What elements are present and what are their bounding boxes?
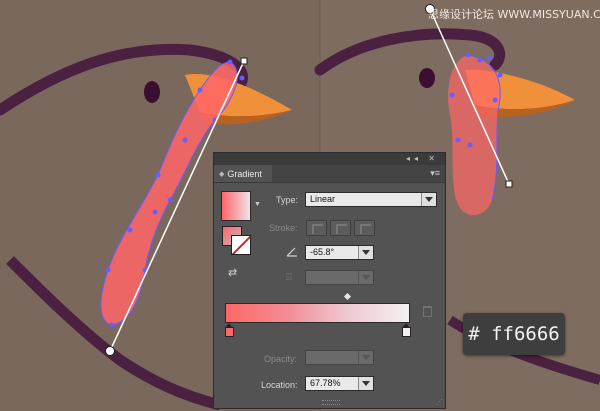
gradient-swatch-preview[interactable] <box>221 191 251 221</box>
angle-input[interactable]: -65.8° <box>305 245 374 260</box>
location-input[interactable]: 67.78% <box>305 376 374 391</box>
type-select[interactable]: Linear <box>305 192 437 207</box>
location-value: 67.78% <box>310 378 341 388</box>
chevron-down-icon[interactable] <box>421 193 436 206</box>
gradient-swatch-dropdown-icon[interactable]: ▼ <box>254 201 261 208</box>
panel-window-buttons[interactable]: ◂◂ ✕ <box>406 154 439 163</box>
tab-gradient-label: Gradient <box>227 168 262 179</box>
gradient-panel: ◂◂ ✕ ◆ Gradient ▾≡ ▼ ⇄ Type: Linear Stro… <box>213 152 446 409</box>
opacity-label: Opacity: <box>264 354 298 364</box>
angle-icon <box>286 247 297 257</box>
gradient-start-handle-left <box>105 346 115 356</box>
gradient-stop-left[interactable] <box>225 323 234 337</box>
gradient-stop-right[interactable] <box>402 323 411 337</box>
stroke-across-button[interactable] <box>354 220 375 236</box>
aspect-ratio-input <box>305 270 374 285</box>
chevron-down-icon[interactable] <box>358 246 373 259</box>
chevron-down-icon <box>358 351 373 364</box>
stroke-along-button[interactable] <box>330 220 351 236</box>
stroke-within-button[interactable] <box>306 220 327 236</box>
chevron-down-icon <box>358 271 373 284</box>
panel-resize-grip[interactable] <box>322 400 340 405</box>
opacity-input <box>305 350 374 365</box>
angle-value: -65.8° <box>310 247 335 257</box>
panel-tab-row: ◆ Gradient ▾≡ <box>214 165 445 183</box>
type-label: Type: <box>276 195 299 205</box>
gradient-slider-bar[interactable] <box>225 303 410 323</box>
resize-corner-icon[interactable]: ⋰ <box>436 398 443 406</box>
tab-gradient[interactable]: ◆ Gradient <box>214 165 272 182</box>
bird-eye-right <box>419 68 435 88</box>
hex-color-badge: # ff6666 <box>463 313 565 355</box>
location-label: Location: <box>261 380 298 390</box>
panel-titlebar[interactable]: ◂◂ ✕ <box>214 153 445 165</box>
fill-stroke-selector[interactable] <box>222 226 252 256</box>
delete-stop-icon[interactable] <box>423 306 432 317</box>
stroke-label: Stroke: <box>269 223 298 233</box>
tab-collapse-icon[interactable]: ◆ <box>219 170 224 178</box>
stroke-none-icon[interactable] <box>231 235 251 255</box>
bird-eye-left <box>144 81 160 103</box>
site-watermark: 思缘设计论坛 WWW.MISSYUAN.COM <box>428 8 600 21</box>
gradient-end-handle-right <box>505 180 513 188</box>
gradient-end-handle-left <box>240 57 248 65</box>
reverse-gradient-icon[interactable]: ⇄ <box>228 266 237 279</box>
aspect-ratio-icon: ⌹ <box>286 272 292 283</box>
wattle-right <box>448 55 501 216</box>
panel-menu-icon[interactable]: ▾≡ <box>430 168 440 179</box>
chevron-down-icon[interactable] <box>358 377 373 390</box>
gradient-midpoint-handle[interactable] <box>343 292 352 301</box>
type-select-value: Linear <box>310 194 336 204</box>
